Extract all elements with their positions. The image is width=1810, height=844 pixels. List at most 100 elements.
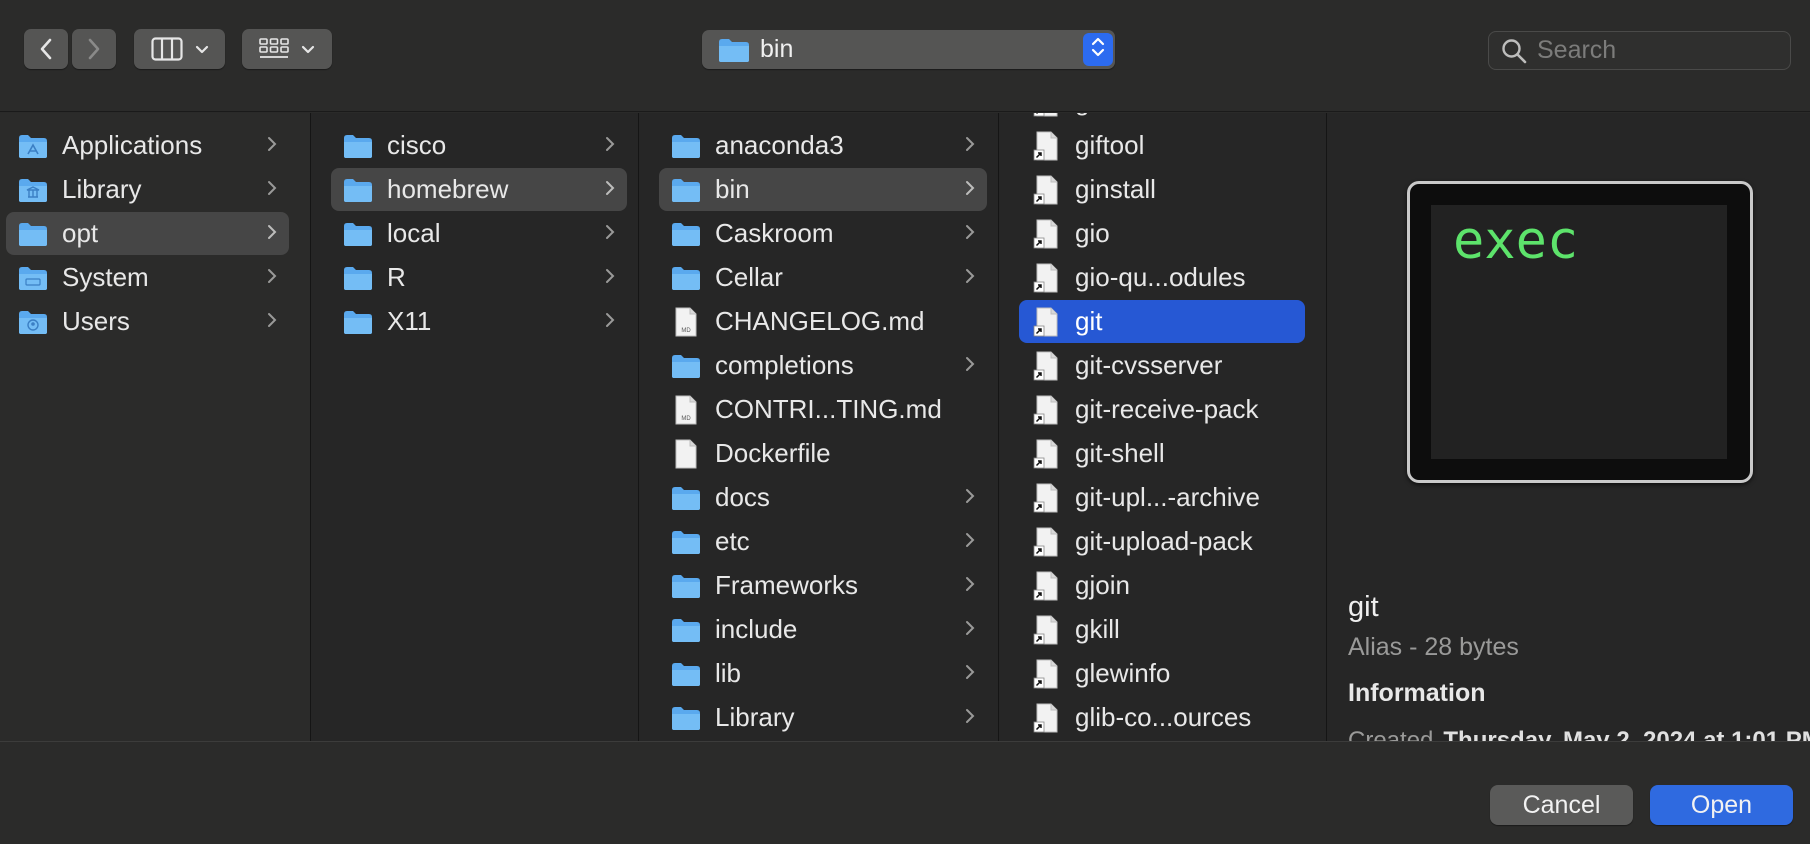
- chevron-right-icon: [965, 356, 975, 377]
- list-item[interactable]: glewinfo: [1019, 652, 1305, 695]
- chevron-right-icon: [605, 180, 615, 201]
- created-label: Created: [1348, 727, 1434, 741]
- sidebar-item-library[interactable]: Library: [6, 168, 289, 211]
- chevron-right-icon: [267, 180, 277, 201]
- folder-icon: [343, 175, 373, 205]
- forward-button[interactable]: [72, 29, 116, 69]
- sidebar-item-applications[interactable]: Applications: [6, 124, 289, 167]
- chevron-left-icon: [39, 38, 53, 60]
- folder-icon: [671, 659, 701, 689]
- search-input[interactable]: [1537, 36, 1777, 65]
- column-view-icon: [150, 37, 183, 61]
- group-by-button[interactable]: [242, 29, 332, 69]
- list-item-label: homebrew: [387, 174, 509, 204]
- search-field[interactable]: [1488, 31, 1791, 70]
- list-item[interactable]: MD CHANGELOG.md: [659, 300, 987, 343]
- list-item[interactable]: giftext: [1019, 113, 1305, 123]
- list-item-label: Caskroom: [715, 218, 834, 248]
- list-item[interactable]: Frameworks: [659, 564, 987, 607]
- list-item[interactable]: Dockerfile: [659, 432, 987, 475]
- alias-file-icon: [1031, 219, 1061, 249]
- exec-label: exec: [1453, 211, 1579, 271]
- sidebar-item-users[interactable]: Users: [6, 300, 289, 343]
- folder-icon: [343, 263, 373, 293]
- list-item[interactable]: gio-qu...odules: [1019, 256, 1305, 299]
- chevron-right-icon: [965, 664, 975, 685]
- chevron-right-icon: [605, 312, 615, 333]
- list-item[interactable]: Cellar: [659, 256, 987, 299]
- list-item[interactable]: homebrew: [331, 168, 627, 211]
- list-item-label: giftext: [1075, 113, 1144, 117]
- list-item[interactable]: git-shell: [1019, 432, 1305, 475]
- toolbar: bin: [0, 0, 1810, 112]
- list-item[interactable]: docs: [659, 476, 987, 519]
- grid-group-icon: [259, 37, 289, 61]
- list-item-label: git: [1075, 306, 1103, 336]
- list-item[interactable]: include: [659, 608, 987, 651]
- folder-icon: [671, 527, 701, 557]
- sidebar-item-opt[interactable]: opt: [6, 212, 289, 255]
- list-item[interactable]: ginstall: [1019, 168, 1305, 211]
- list-item[interactable]: git-upl...-archive: [1019, 476, 1305, 519]
- sidebar-item-system[interactable]: System: [6, 256, 289, 299]
- list-item[interactable]: bin: [659, 168, 987, 211]
- applications-folder-icon: [18, 131, 48, 161]
- list-item[interactable]: R: [331, 256, 627, 299]
- list-item[interactable]: giftool: [1019, 124, 1305, 167]
- chevron-right-icon: [965, 180, 975, 201]
- created-value: Thursday, May 2, 2024 at 1:01 PM: [1443, 727, 1810, 741]
- list-item[interactable]: local: [331, 212, 627, 255]
- list-item[interactable]: git-upload-pack: [1019, 520, 1305, 563]
- list-item[interactable]: completions: [659, 344, 987, 387]
- alias-file-icon: [1031, 571, 1061, 601]
- list-item[interactable]: gio: [1019, 212, 1305, 255]
- view-mode-button[interactable]: [134, 29, 225, 69]
- list-item-label: completions: [715, 350, 854, 380]
- list-item[interactable]: git-cvsserver: [1019, 344, 1305, 387]
- back-button[interactable]: [24, 29, 68, 69]
- list-item-label: bin: [715, 174, 750, 204]
- chevron-right-icon: [965, 488, 975, 509]
- chevron-right-icon: [965, 708, 975, 729]
- list-item[interactable]: gjoin: [1019, 564, 1305, 607]
- cancel-button[interactable]: Cancel: [1490, 785, 1633, 825]
- list-item-label: glib-co...ources: [1075, 702, 1252, 732]
- list-item[interactable]: MD CONTRI...TING.md: [659, 388, 987, 431]
- list-item-label: etc: [715, 526, 750, 556]
- chevron-right-icon: [965, 620, 975, 641]
- library-folder-icon: [18, 175, 48, 205]
- list-item[interactable]: etc: [659, 520, 987, 563]
- path-stepper[interactable]: [1083, 33, 1113, 66]
- chevron-right-icon: [605, 136, 615, 157]
- dialog-footer: Cancel Open: [0, 741, 1810, 844]
- list-item[interactable]: Library: [659, 696, 987, 739]
- path-label: bin: [760, 35, 794, 63]
- sidebar-item-label: Library: [62, 174, 142, 204]
- markdown-file-icon: MD: [671, 307, 701, 337]
- open-button[interactable]: Open: [1650, 785, 1793, 825]
- list-item[interactable]: lib: [659, 652, 987, 695]
- list-item[interactable]: git-receive-pack: [1019, 388, 1305, 431]
- list-item-label: CONTRI...TING.md: [715, 394, 942, 424]
- list-item[interactable]: gkill: [1019, 608, 1305, 651]
- list-item[interactable]: anaconda3: [659, 124, 987, 167]
- folder-icon: [671, 615, 701, 645]
- path-popup[interactable]: bin: [702, 30, 1115, 69]
- chevron-right-icon: [965, 576, 975, 597]
- column-opt: cisco homebrew local R X11: [311, 113, 639, 741]
- folder-icon: [671, 219, 701, 249]
- list-item[interactable]: Caskroom: [659, 212, 987, 255]
- sidebar-item-label: Users: [62, 306, 130, 336]
- list-item[interactable]: X11: [331, 300, 627, 343]
- folder-icon: [671, 175, 701, 205]
- chevron-right-icon: [267, 224, 277, 245]
- alias-file-icon: [1031, 527, 1061, 557]
- list-item[interactable]: cisco: [331, 124, 627, 167]
- list-item-label: git-receive-pack: [1075, 394, 1259, 424]
- folder-icon: [671, 571, 701, 601]
- list-item[interactable]: glib-co...ources: [1019, 696, 1305, 739]
- alias-file-icon: [1031, 263, 1061, 293]
- column-bin: giftext giftool ginstall gio gio-qu...odules…: [999, 113, 1327, 741]
- list-item-label: gjoin: [1075, 570, 1130, 600]
- list-item[interactable]: git: [1019, 300, 1305, 343]
